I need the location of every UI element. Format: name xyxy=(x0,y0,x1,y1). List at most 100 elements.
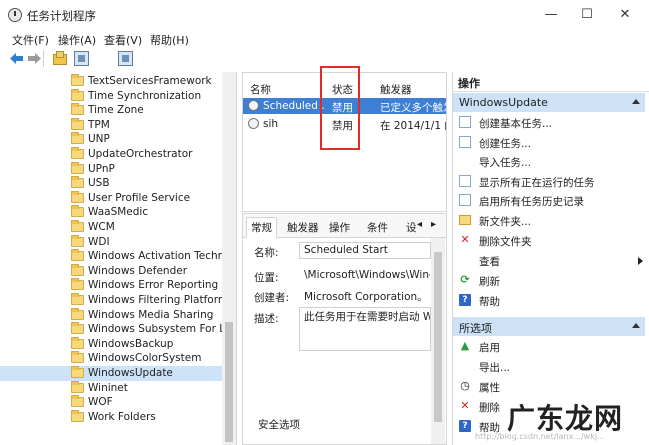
tree-item[interactable]: UNP xyxy=(0,132,222,147)
action-item[interactable]: 查看 xyxy=(453,251,645,270)
action-label: 查看 xyxy=(479,256,500,268)
action-item[interactable]: ◷ 属性 xyxy=(453,377,645,396)
run-icon: ▲ xyxy=(460,339,470,352)
folder-icon xyxy=(71,176,84,189)
tree-item[interactable]: TextServicesFramework xyxy=(0,74,222,89)
tree-item-label: Windows Media Sharing xyxy=(88,308,214,321)
folder-icon xyxy=(71,293,84,305)
tree-item[interactable]: User Profile Service xyxy=(0,190,222,206)
tree-item[interactable]: WindowsColorSystem xyxy=(0,351,222,366)
watermark-url: http://blog.csdn.net/lanx.../wkj... xyxy=(475,432,605,441)
tree-item[interactable]: Windows Activation Technolo xyxy=(0,249,222,264)
action-item[interactable]: ⟳ 刷新 xyxy=(453,271,645,290)
properties-icon: ◷ xyxy=(460,379,470,392)
action-item[interactable]: 创建任务... xyxy=(453,133,645,152)
tree-item[interactable]: WaaSMedic xyxy=(0,205,222,220)
tree-item[interactable]: Windows Error Reporting xyxy=(0,278,222,293)
show-hide-tree-icon[interactable] xyxy=(74,51,89,66)
tab-scroll-left-icon[interactable]: ◂ xyxy=(417,219,422,230)
back-arrow-icon[interactable] xyxy=(9,51,24,66)
export-icon xyxy=(459,360,471,372)
actions-group-selected[interactable]: 所选项 xyxy=(453,317,645,336)
tree-item-label: Windows Error Reporting xyxy=(88,279,219,292)
close-button[interactable]: ✕ xyxy=(611,6,639,24)
action-item[interactable]: 导出... xyxy=(453,357,645,376)
tree-item[interactable]: UPnP xyxy=(0,161,222,177)
task-clock-icon xyxy=(248,100,259,111)
tree-item[interactable]: Wininet xyxy=(0,380,222,396)
tree-item[interactable]: WDI xyxy=(0,234,222,250)
field-label-name: 名称: xyxy=(254,247,279,259)
tab-general[interactable]: 常规 xyxy=(246,217,277,238)
actions-pane: 操作 WindowsUpdate 所选项 创建基本任务... 创建任务... 导入任… xyxy=(452,72,649,445)
tab-scroll-right-icon[interactable]: ▸ xyxy=(431,219,436,230)
tree-item[interactable]: Windows Subsystem For Linux xyxy=(0,322,222,337)
action-label: 新文件夹... xyxy=(479,216,532,228)
tree-scrollbar[interactable] xyxy=(222,72,236,445)
folder-icon xyxy=(71,205,84,218)
tree-item[interactable]: UpdateOrchestrator xyxy=(0,147,222,162)
menu-help[interactable]: 帮助(H) xyxy=(150,32,189,48)
submenu-arrow-icon xyxy=(638,257,643,265)
action-item[interactable]: 创建基本任务... xyxy=(453,113,645,132)
menu-view[interactable]: 查看(V) xyxy=(104,32,142,48)
action-item[interactable]: 显示所有正在运行的任务 xyxy=(453,172,645,191)
menu-action[interactable]: 操作(A) xyxy=(58,32,96,48)
task-name-field[interactable]: Scheduled Start xyxy=(299,242,431,259)
task-trigger: 已定义多个触发 xyxy=(380,102,447,114)
security-options-label: 安全选项 xyxy=(258,419,300,431)
action-label: 导出... xyxy=(479,362,511,374)
actions-group-windowsupdate[interactable]: WindowsUpdate xyxy=(453,93,645,112)
task-library-tree[interactable]: TextServicesFramework Time Synchronizatio… xyxy=(0,72,237,445)
tree-item[interactable]: Windows Filtering Platform xyxy=(0,293,222,308)
tree-item[interactable]: WindowsBackup xyxy=(0,336,222,352)
action-item[interactable]: 新文件夹... xyxy=(453,211,645,230)
action-item[interactable]: ? 帮助 xyxy=(453,291,645,310)
tree-item[interactable]: WCM xyxy=(0,220,222,235)
tab-conditions[interactable]: 条件 xyxy=(367,220,388,235)
minimize-button[interactable]: — xyxy=(537,6,565,24)
tree-item-label: UpdateOrchestrator xyxy=(88,148,193,160)
tree-item[interactable]: Time Synchronization xyxy=(0,88,222,104)
forward-arrow-icon[interactable] xyxy=(27,51,42,66)
detail-scrollbar[interactable] xyxy=(431,238,445,444)
tree-item[interactable]: WOF xyxy=(0,395,222,410)
folder-icon xyxy=(71,147,84,159)
column-name[interactable]: 名称 xyxy=(250,82,271,97)
tab-triggers[interactable]: 触发器 xyxy=(287,220,319,235)
tree-item[interactable]: Work Folders xyxy=(0,409,222,425)
tree-item[interactable]: Time Zone xyxy=(0,103,222,118)
up-folder-icon[interactable] xyxy=(53,51,67,65)
tree-item[interactable]: USB xyxy=(0,176,222,191)
task-description-field[interactable]: 此任务用于在需要时启动 Wi xyxy=(299,307,431,351)
folder-icon xyxy=(71,409,84,422)
action-item[interactable]: ✕ 删除文件夹 xyxy=(453,231,645,250)
folder-icon xyxy=(71,190,84,203)
tab-settings[interactable]: 设 xyxy=(406,220,417,235)
action-item[interactable]: 导入任务... xyxy=(453,152,645,171)
collapse-icon[interactable] xyxy=(632,99,640,104)
task-location-value: \Microsoft\Windows\Window xyxy=(304,269,430,281)
tree-item[interactable]: WindowsUpdate xyxy=(0,366,222,381)
detail-scroll-thumb[interactable] xyxy=(434,252,442,422)
delete-folder-icon: ✕ xyxy=(460,233,470,246)
tree-scroll-thumb[interactable] xyxy=(225,322,233,442)
tree-item-label: Windows Filtering Platform xyxy=(88,294,222,306)
tab-actions[interactable]: 操作 xyxy=(329,220,350,235)
action-label: 显示所有正在运行的任务 xyxy=(479,177,595,189)
action-item[interactable]: ▲ 启用 xyxy=(453,337,645,356)
window-title: 任务计划程序 xyxy=(27,9,96,23)
tree-item[interactable]: TPM xyxy=(0,117,222,133)
menu-file[interactable]: 文件(F) xyxy=(12,32,49,48)
action-label: 帮助 xyxy=(479,296,500,308)
maximize-button[interactable]: ☐ xyxy=(573,6,601,24)
column-trigger[interactable]: 触发器 xyxy=(380,82,412,97)
tree-item-label: Wininet xyxy=(88,381,128,394)
show-hide-action-pane-icon[interactable] xyxy=(118,51,133,66)
collapse-icon[interactable] xyxy=(632,323,640,328)
tree-item[interactable]: Windows Media Sharing xyxy=(0,307,222,323)
group-title: WindowsUpdate xyxy=(459,96,548,109)
tree-item[interactable]: Windows Defender xyxy=(0,263,222,279)
tree-item-label: Work Folders xyxy=(88,410,156,423)
action-item[interactable]: 启用所有任务历史记录 xyxy=(453,191,645,210)
